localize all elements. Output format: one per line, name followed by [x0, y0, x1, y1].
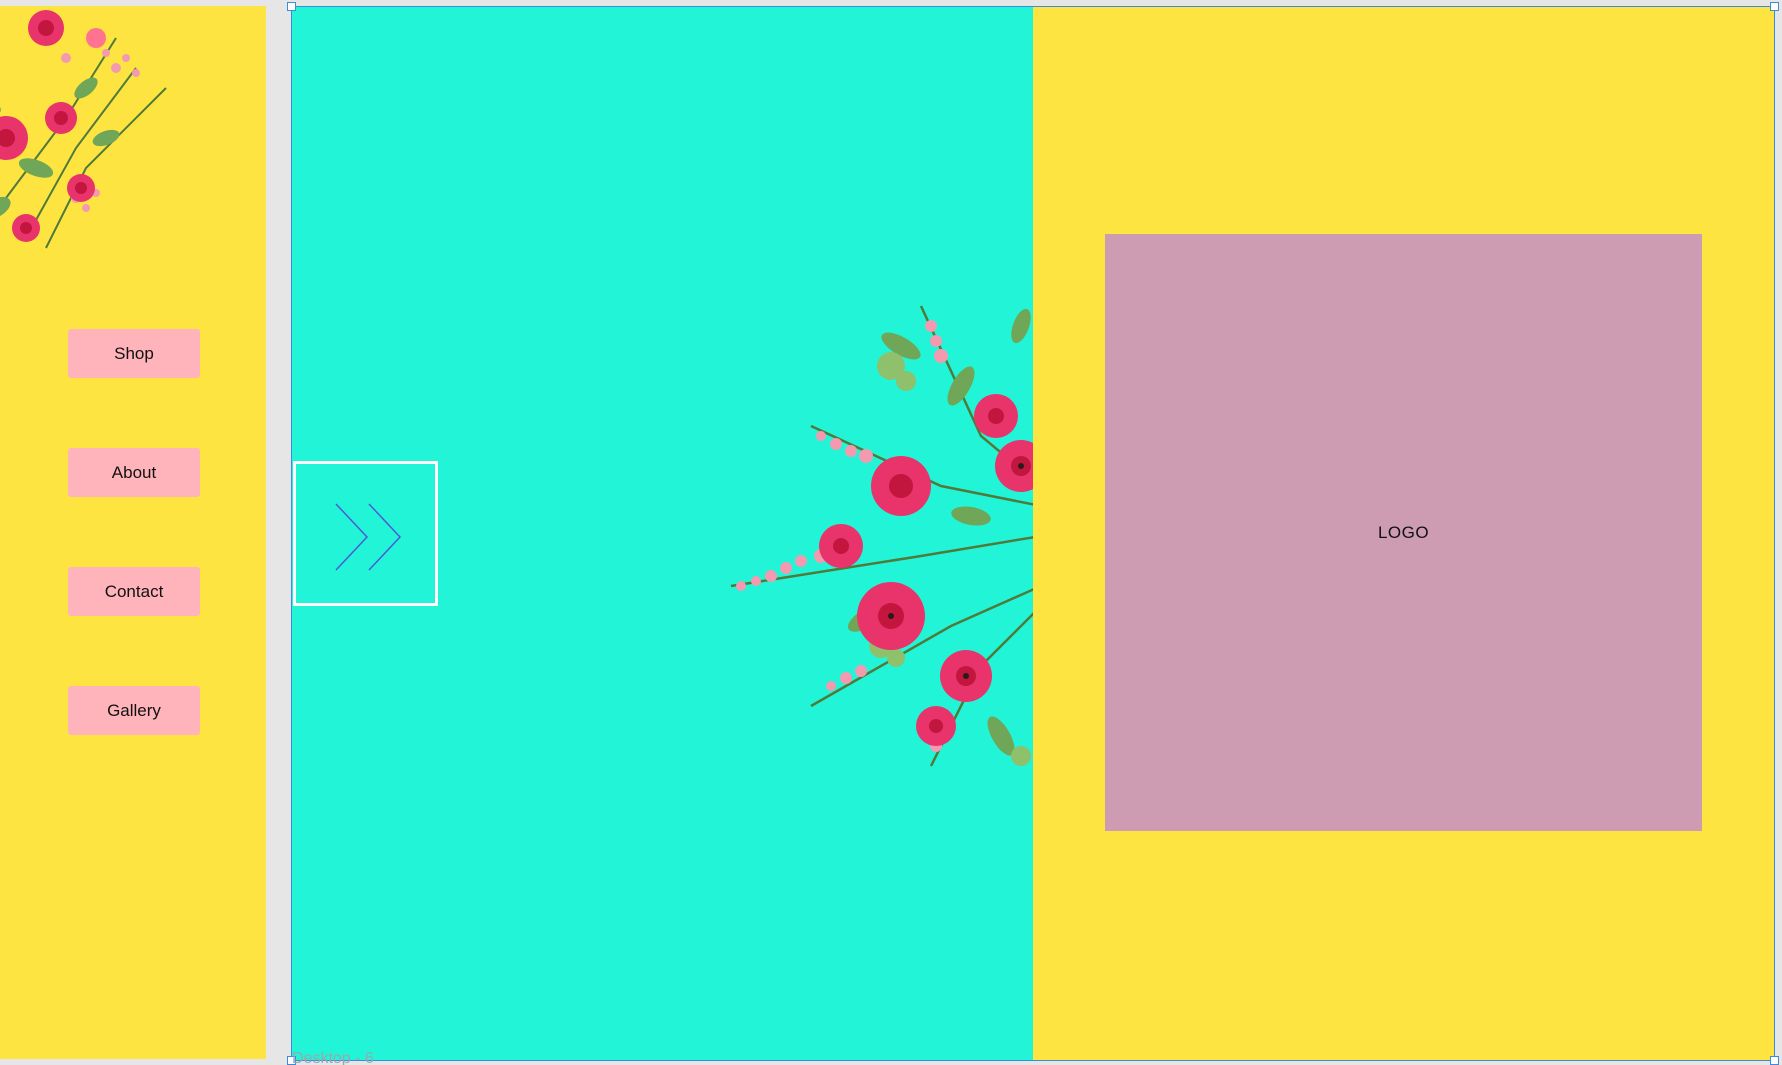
flower-bouquet-image: [730, 305, 1033, 767]
shop-button[interactable]: Shop: [68, 329, 200, 378]
next-arrow-button[interactable]: [293, 461, 438, 606]
about-button[interactable]: About: [68, 448, 200, 497]
contact-button[interactable]: Contact: [68, 567, 200, 616]
logo-placeholder: LOGO: [1105, 234, 1702, 831]
gallery-button[interactable]: Gallery: [68, 686, 200, 735]
double-chevron-right-icon: [335, 503, 402, 571]
sidebar-frame: Shop About Contact Gallery: [0, 6, 266, 1059]
hero-panel: [291, 6, 1033, 1061]
frame-name-label[interactable]: Desktop - 6: [292, 1050, 374, 1065]
flower-bouquet-image: [0, 10, 167, 249]
logo-text: LOGO: [1377, 522, 1430, 542]
desktop-frame: LOGO: [291, 6, 1775, 1061]
